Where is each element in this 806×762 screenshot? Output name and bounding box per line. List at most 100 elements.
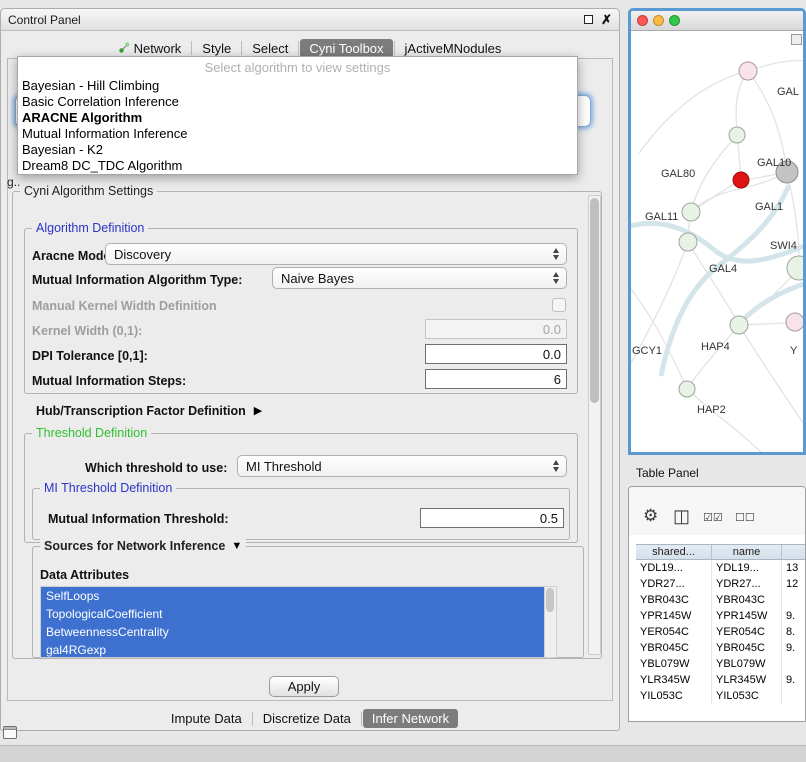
- table-cell[interactable]: YDR27...: [712, 576, 782, 592]
- mi-threshold-legend: MI Threshold Definition: [40, 481, 176, 496]
- table-cell[interactable]: [782, 656, 806, 672]
- table-cell[interactable]: YBR043C: [636, 592, 712, 608]
- which-threshold-combobox[interactable]: MI Threshold: [237, 455, 567, 477]
- bottom-tab-discretize-data[interactable]: Discretize Data: [254, 709, 360, 728]
- tab-jactivemnodules[interactable]: jActiveMNodules: [396, 39, 511, 58]
- table-cell[interactable]: 9.: [782, 608, 806, 624]
- table-cell[interactable]: YIL053C: [712, 688, 782, 704]
- sources-legend-text: Sources for Network Inference: [44, 539, 225, 554]
- table-cell[interactable]: YBL079W: [712, 656, 782, 672]
- tab-style[interactable]: Style: [193, 39, 240, 58]
- mi-algorithm-type-combobox[interactable]: Naive Bayes: [272, 267, 567, 289]
- table-row[interactable]: YIL053CYIL053C: [636, 688, 806, 704]
- algorithm-option-aracne-algorithm[interactable]: ARACNE Algorithm: [18, 110, 577, 126]
- data-attribute-betweennesscentrality[interactable]: BetweennessCentrality: [41, 623, 544, 641]
- table-cell[interactable]: 13: [782, 560, 806, 576]
- bottom-tab-impute-data[interactable]: Impute Data: [162, 709, 251, 728]
- scroll-corner-widget[interactable]: [791, 34, 802, 45]
- table-cell[interactable]: YDL19...: [636, 560, 712, 576]
- close-traffic-light-icon[interactable]: [637, 15, 648, 26]
- manual-kernel-width-checkbox[interactable]: [552, 298, 566, 312]
- table-row[interactable]: YDL19...YDL19...13: [636, 560, 806, 576]
- table-row[interactable]: YLR345WYLR345W9.: [636, 672, 806, 688]
- table-cell[interactable]: [782, 688, 806, 704]
- column-header-name[interactable]: name: [712, 545, 782, 559]
- table-cell[interactable]: YBR043C: [712, 592, 782, 608]
- tab-select[interactable]: Select: [243, 39, 297, 58]
- kernel-width-input[interactable]: 0.0: [425, 319, 567, 339]
- network-node[interactable]: [730, 316, 748, 334]
- network-node[interactable]: [787, 256, 803, 280]
- control-panel-titlebar[interactable]: Control Panel ✗: [1, 9, 619, 31]
- algorithm-option-bayesian-hill-climbing[interactable]: Bayesian - Hill Climbing: [18, 78, 577, 94]
- table-cell[interactable]: YDR27...: [636, 576, 712, 592]
- table-cell[interactable]: YIL053C: [636, 688, 712, 704]
- table-cell[interactable]: YPR145W: [636, 608, 712, 624]
- list-scrollbar-thumb[interactable]: [546, 588, 554, 612]
- table-row[interactable]: YBR045CYBR045C9.: [636, 640, 806, 656]
- network-node[interactable]: [679, 233, 697, 251]
- algorithm-option-dream8-dc-tdc-algorithm[interactable]: Dream8 DC_TDC Algorithm: [18, 158, 577, 174]
- table-panel-title: Table Panel: [636, 466, 699, 480]
- table-cell[interactable]: YDL19...: [712, 560, 782, 576]
- table-cell[interactable]: YPR145W: [712, 608, 782, 624]
- apply-button[interactable]: Apply: [269, 676, 339, 697]
- table-cell[interactable]: YLR345W: [636, 672, 712, 688]
- table-cell[interactable]: YLR345W: [712, 672, 782, 688]
- data-attribute-selfloops[interactable]: SelfLoops: [41, 587, 544, 605]
- mi-threshold-input[interactable]: 0.5: [420, 508, 564, 528]
- network-node[interactable]: [739, 62, 757, 80]
- settings-scrollbar-thumb[interactable]: [590, 198, 599, 403]
- zoom-traffic-light-icon[interactable]: [669, 15, 680, 26]
- table-row[interactable]: YDR27...YDR27...12: [636, 576, 806, 592]
- table-cell[interactable]: YBR045C: [636, 640, 712, 656]
- aracne-mode-combobox[interactable]: Discovery: [105, 243, 567, 265]
- table-cell[interactable]: 9.: [782, 672, 806, 688]
- tab-network[interactable]: Network: [110, 39, 191, 58]
- table-cell[interactable]: YBL079W: [636, 656, 712, 672]
- table-row[interactable]: YBR043CYBR043C: [636, 592, 806, 608]
- aracne-mode-value: Discovery: [114, 247, 171, 262]
- network-node[interactable]: [679, 381, 695, 397]
- data-attribute-topologicalcoefficient[interactable]: TopologicalCoefficient: [41, 605, 544, 623]
- table-cell[interactable]: 9.: [782, 640, 806, 656]
- bottom-tab-infer-network[interactable]: Infer Network: [363, 709, 458, 728]
- gear-icon[interactable]: ⚙: [643, 506, 658, 526]
- network-node[interactable]: [682, 203, 700, 221]
- algorithm-option-basic-correlation-inference[interactable]: Basic Correlation Inference: [18, 94, 577, 110]
- close-icon[interactable]: ✗: [601, 13, 612, 26]
- float-window-icon[interactable]: [584, 15, 593, 24]
- column-header-cut[interactable]: [782, 545, 806, 559]
- table-cell[interactable]: 8.: [782, 624, 806, 640]
- table-row[interactable]: YPR145WYPR145W9.: [636, 608, 806, 624]
- hub-definition-expander[interactable]: Hub/Transcription Factor Definition ▶: [36, 404, 262, 418]
- table-cell[interactable]: [782, 592, 806, 608]
- network-node[interactable]: [729, 127, 745, 143]
- table-row[interactable]: YER054CYER054C8.: [636, 624, 806, 640]
- column-selector-icon[interactable]: ◫: [673, 506, 690, 527]
- table-row[interactable]: YBL079WYBL079W: [636, 656, 806, 672]
- list-scrollbar[interactable]: [544, 587, 556, 657]
- column-header-shared[interactable]: shared...: [636, 545, 712, 559]
- settings-scrollbar[interactable]: [588, 195, 601, 655]
- deselect-all-icon[interactable]: ☐☐: [735, 511, 755, 524]
- network-node[interactable]: [733, 172, 749, 188]
- mi-steps-input[interactable]: 6: [425, 369, 567, 389]
- table-cell[interactable]: 12: [782, 576, 806, 592]
- network-window-titlebar[interactable]: [631, 11, 803, 31]
- table-cell[interactable]: YBR045C: [712, 640, 782, 656]
- table-cell[interactable]: YER054C: [636, 624, 712, 640]
- sources-legend[interactable]: Sources for Network Inference ▼: [40, 539, 246, 554]
- table-cell[interactable]: YER054C: [712, 624, 782, 640]
- tab-cyni-toolbox[interactable]: Cyni Toolbox: [300, 39, 392, 58]
- network-canvas[interactable]: GALGAL80GAL10GAL11GAL1SWI4GAL4GCY1HAP4YH…: [631, 31, 803, 452]
- algorithm-option-bayesian-k2[interactable]: Bayesian - K2: [18, 142, 577, 158]
- algorithm-option-mutual-information-inference[interactable]: Mutual Information Inference: [18, 126, 577, 142]
- network-edge: [687, 325, 739, 389]
- network-node[interactable]: [786, 313, 803, 331]
- data-attribute-gal4rgexp[interactable]: gal4RGexp: [41, 641, 544, 658]
- minimize-traffic-light-icon[interactable]: [653, 15, 664, 26]
- minimized-panel-icon[interactable]: [3, 726, 17, 739]
- dpi-tolerance-input[interactable]: 0.0: [425, 344, 567, 364]
- select-all-icon[interactable]: ☑☑: [703, 511, 723, 524]
